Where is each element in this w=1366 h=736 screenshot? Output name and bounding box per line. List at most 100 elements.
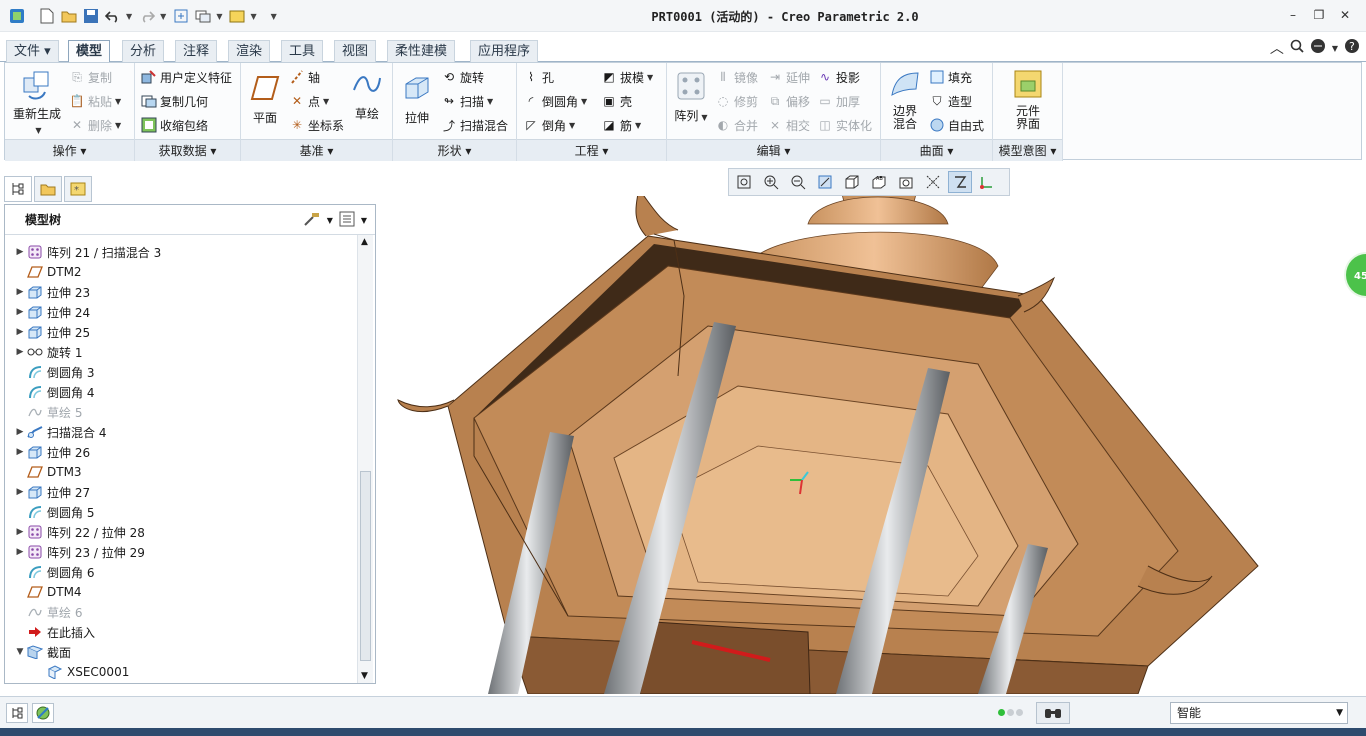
tree-item[interactable]: 倒圆角 4 — [5, 382, 94, 402]
tab-annotate[interactable]: 注释 — [175, 40, 218, 62]
group-shapes-label[interactable]: 形状 ▾ — [393, 139, 516, 161]
tree-item[interactable]: DTM3 — [5, 462, 82, 482]
paste-button[interactable]: 📋 粘贴 ▼ — [69, 91, 122, 111]
tree-item[interactable]: ▼ 截面 — [5, 642, 71, 662]
tree-filters-icon[interactable] — [339, 211, 355, 230]
model-tree-tab-icon[interactable] — [4, 176, 32, 202]
expand-arrow-icon[interactable]: ▶ — [13, 447, 27, 457]
extrude-button[interactable]: 拉伸 — [397, 71, 437, 126]
sweep-button[interactable]: ↬ 扫描 ▼ — [441, 91, 493, 111]
help-center-icon[interactable] — [1310, 38, 1326, 58]
component-interface-button[interactable]: 元件界面 — [1003, 67, 1053, 131]
tree-item[interactable]: ▶ 拉伸 27 — [5, 482, 91, 502]
filters-dropdown-icon[interactable]: ▼ — [361, 216, 367, 225]
windows-icon[interactable] — [194, 7, 212, 25]
undo-dropdown-icon[interactable]: ▼ — [126, 12, 132, 21]
expand-arrow-icon[interactable]: ▶ — [13, 247, 27, 257]
tab-applications[interactable]: 应用程序 — [470, 40, 539, 62]
scrollbar-thumb[interactable] — [360, 471, 371, 661]
group-datum-label[interactable]: 基准 ▾ — [241, 139, 392, 161]
restore-button[interactable]: ❐ — [1306, 6, 1332, 24]
tab-view[interactable]: 视图 — [334, 40, 377, 62]
help-dropdown-icon[interactable]: ▼ — [1332, 44, 1338, 53]
expand-arrow-icon[interactable]: ▶ — [13, 307, 27, 317]
close-button[interactable]: ✕ — [1332, 6, 1358, 24]
tree-item[interactable]: 倒圆角 5 — [5, 502, 94, 522]
copy-button[interactable]: ⎘ 复制 — [69, 67, 112, 87]
group-editing-label[interactable]: 编辑 ▾ — [667, 139, 880, 161]
mirror-button[interactable]: ⫴ 镜像 — [715, 67, 758, 87]
swept-blend-button[interactable]: ⤴ 扫描混合 — [441, 115, 508, 135]
model-tree-scrollbar[interactable]: ▲ ▼ — [357, 235, 373, 683]
delete-button[interactable]: ✕ 删除 ▼ — [69, 115, 121, 135]
extend-button[interactable]: ⇥ 延伸 — [767, 67, 810, 87]
tree-item[interactable]: ▶ 旋转 1 — [5, 342, 83, 362]
spin-center-icon[interactable] — [975, 171, 999, 193]
draft-button[interactable]: ◩ 拔模 ▼ — [601, 67, 653, 87]
scroll-up-icon[interactable]: ▲ — [361, 237, 368, 247]
tree-item[interactable]: ▶ 拉伸 24 — [5, 302, 91, 322]
expand-arrow-icon[interactable]: ▶ — [13, 487, 27, 497]
search-icon[interactable] — [1290, 39, 1304, 57]
saved-orientations-icon[interactable]: AB — [867, 171, 891, 193]
tab-analysis[interactable]: 分析 — [122, 40, 165, 62]
close-window-icon[interactable] — [228, 7, 246, 25]
find-icon[interactable] — [1036, 702, 1070, 724]
tab-file[interactable]: 文件 ▾ — [6, 40, 59, 62]
minimize-button[interactable]: – — [1280, 6, 1306, 24]
tree-item[interactable]: DTM2 — [5, 262, 82, 282]
hole-button[interactable]: ⌇ 孔 — [523, 67, 554, 87]
copy-geometry-button[interactable]: 复制几何 — [141, 91, 208, 111]
expand-arrow-icon[interactable]: ▶ — [13, 527, 27, 537]
chamfer-button[interactable]: ◸ 倒角 ▼ — [523, 115, 575, 135]
repaint-icon[interactable] — [813, 171, 837, 193]
trim-button[interactable]: ◌ 修剪 — [715, 91, 758, 111]
shell-button[interactable]: ▣ 壳 — [601, 91, 632, 111]
tree-item[interactable]: 在此插入 — [5, 622, 95, 642]
redo-dropdown-icon[interactable]: ▼ — [160, 12, 166, 21]
favorites-tab-icon[interactable]: * — [64, 176, 92, 202]
tree-item[interactable]: 草绘 6 — [5, 602, 82, 622]
sketch-button[interactable]: 草绘 — [347, 67, 387, 122]
point-button[interactable]: ✕ 点 ▼ — [289, 91, 329, 111]
minimize-ribbon-icon[interactable]: ︿ — [1270, 38, 1284, 58]
expand-arrow-icon[interactable]: ▶ — [13, 547, 27, 557]
more-dropdown-icon[interactable]: ▼ — [250, 12, 256, 21]
regenerate-button[interactable]: 重新生成▼ — [9, 67, 65, 136]
annotation-display-icon[interactable] — [948, 171, 972, 193]
plane-button[interactable]: 平面 — [245, 71, 285, 126]
fill-button[interactable]: 填充 — [929, 67, 972, 87]
tree-item[interactable]: 倒圆角 3 — [5, 362, 94, 382]
graphics-window[interactable] — [378, 196, 1366, 694]
tree-item[interactable]: 草绘 5 — [5, 402, 82, 422]
group-surfaces-label[interactable]: 曲面 ▾ — [881, 139, 992, 161]
tree-item[interactable]: DTM4 — [5, 582, 82, 602]
tree-item[interactable]: ▶ 拉伸 23 — [5, 282, 91, 302]
expand-arrow-icon[interactable]: ▶ — [13, 427, 27, 437]
freestyle-button[interactable]: 自由式 — [929, 115, 984, 135]
view-manager-icon[interactable] — [894, 171, 918, 193]
tree-item[interactable]: ▶ 拉伸 25 — [5, 322, 91, 342]
windows-dropdown-icon[interactable]: ▼ — [216, 12, 222, 21]
show-browser-icon[interactable] — [32, 703, 54, 723]
customize-toolbar-icon[interactable]: ▼ — [271, 12, 277, 21]
tree-item[interactable]: ▶ 拉伸 26 — [5, 442, 91, 462]
tab-flexible-modeling[interactable]: 柔性建模 — [387, 40, 456, 62]
datum-display-icon[interactable] — [921, 171, 945, 193]
csys-button[interactable]: ✳ 坐标系 — [289, 115, 344, 135]
save-icon[interactable] — [82, 7, 100, 25]
round-button[interactable]: ◜ 倒圆角 ▼ — [523, 91, 588, 111]
boundary-blend-button[interactable]: 边界混合 — [885, 67, 925, 131]
pavilion-model-render[interactable] — [378, 196, 1366, 694]
expand-arrow-icon[interactable]: ▶ — [13, 287, 27, 297]
tree-item[interactable]: ▶ 阵列 23 / 拉伸 29 — [5, 542, 145, 562]
display-style-icon[interactable] — [840, 171, 864, 193]
settings-dropdown-icon[interactable]: ▼ — [327, 216, 333, 225]
pattern-button[interactable]: 阵列 ▼ — [671, 69, 711, 124]
rib-button[interactable]: ◪ 筋 ▼ — [601, 115, 641, 135]
offset-button[interactable]: ⧉ 偏移 — [767, 91, 810, 111]
solidify-button[interactable]: ◫ 实体化 — [817, 115, 872, 135]
shrinkwrap-button[interactable]: 收缩包络 — [141, 115, 208, 135]
scroll-down-icon[interactable]: ▼ — [361, 671, 368, 681]
style-button[interactable]: ⛉ 造型 — [929, 91, 972, 111]
